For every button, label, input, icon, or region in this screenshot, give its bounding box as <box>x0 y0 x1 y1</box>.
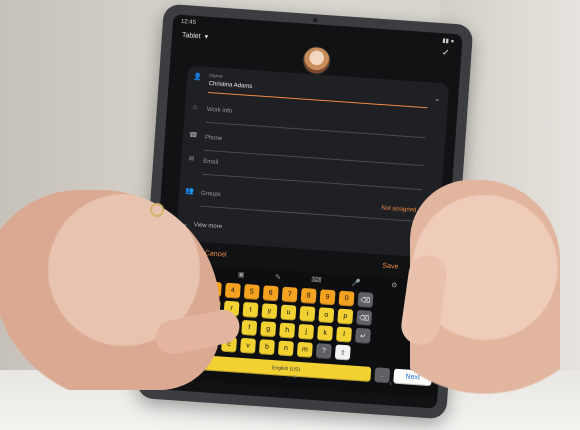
name-label: Name <box>209 72 223 80</box>
key-t[interactable]: t <box>242 301 259 318</box>
person-icon: 👤 <box>192 73 203 82</box>
status-bar: 12:45 ▮▮ ● <box>181 17 455 46</box>
key-p[interactable]: p <box>337 308 354 325</box>
phone-label: Phone <box>204 134 223 143</box>
name-value[interactable]: Christina Adams <box>208 81 252 90</box>
delete-key[interactable]: ⌫ <box>356 309 373 326</box>
key-6[interactable]: 6 <box>262 285 279 302</box>
key-8[interactable]: 8 <box>300 287 317 304</box>
groups-value[interactable]: Not assigned <box>381 205 416 213</box>
group-icon: 👥 <box>184 187 195 196</box>
key-y[interactable]: y <box>261 303 278 320</box>
status-icons: ▮▮ ● <box>442 37 455 45</box>
back-icon[interactable]: ‹ <box>389 380 392 390</box>
check-icon[interactable]: ✓ <box>441 47 450 58</box>
key-b[interactable]: b <box>258 339 275 356</box>
status-time: 12:45 <box>180 18 197 26</box>
key-v[interactable]: v <box>239 337 256 354</box>
contact-avatar[interactable] <box>301 45 332 76</box>
question-key[interactable]: ? <box>315 343 332 360</box>
backspace-key[interactable]: ⌫ <box>357 291 374 308</box>
home-icon[interactable]: ○ <box>292 374 298 384</box>
gif-icon[interactable]: ▣ <box>238 270 245 280</box>
enter-key[interactable]: ↵ <box>354 327 371 344</box>
keyboard-icon[interactable]: ⌨ <box>311 276 322 287</box>
key-j[interactable]: j <box>298 323 315 340</box>
settings-icon[interactable]: ⚙ <box>391 281 398 291</box>
work-icon: ⌂ <box>192 103 198 112</box>
key-4[interactable]: 4 <box>224 282 241 299</box>
key-m[interactable]: m <box>296 341 313 358</box>
front-camera <box>313 18 318 23</box>
email-icon: ✉ <box>188 155 195 164</box>
groups-label: Groups <box>200 190 221 199</box>
key-f[interactable]: f <box>241 319 258 336</box>
shift-key-right[interactable]: ⇧ <box>334 344 351 361</box>
key-h[interactable]: h <box>279 322 296 339</box>
work-info-label: Work info <box>206 106 233 115</box>
key-7[interactable]: 7 <box>281 286 298 303</box>
groups-field[interactable]: 👥 Groups Not assigned <box>184 184 435 223</box>
chevron-down-icon[interactable]: ⌄ <box>434 95 440 103</box>
phone-icon: ☎ <box>188 131 198 140</box>
account-selector[interactable]: Tablet ▾ <box>181 31 209 41</box>
key-9[interactable]: 9 <box>319 289 336 306</box>
contact-form: 👤 Name Christina Adams ⌄ ⌂ Work info ☎ P… <box>175 65 450 259</box>
key-g[interactable]: g <box>260 321 277 338</box>
account-label: Tablet <box>181 31 201 40</box>
handwriting-icon[interactable]: ✎ <box>275 273 282 283</box>
key-u[interactable]: u <box>280 304 297 321</box>
key-k[interactable]: k <box>317 325 334 342</box>
key-n[interactable]: n <box>277 340 294 357</box>
key-0[interactable]: 0 <box>338 290 355 307</box>
key-i[interactable]: i <box>299 305 316 322</box>
microphone-icon[interactable]: 🎤 <box>352 278 361 289</box>
view-more-label: View more <box>193 221 223 230</box>
key-l[interactable]: l <box>336 326 353 343</box>
key-5[interactable]: 5 <box>243 283 260 300</box>
chevron-down-icon: ▾ <box>204 33 209 41</box>
key-o[interactable]: o <box>318 307 335 324</box>
email-label: Email <box>203 158 219 166</box>
